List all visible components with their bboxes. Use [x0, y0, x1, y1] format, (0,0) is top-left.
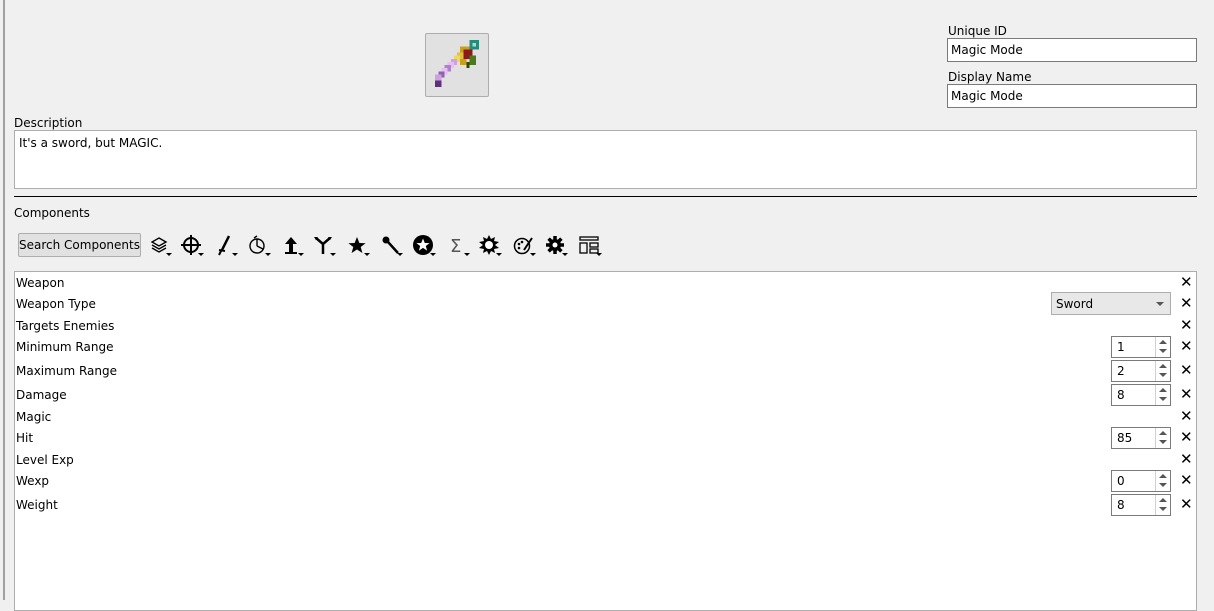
remove-weapon-button[interactable]: ✕ — [1180, 275, 1193, 290]
layers-icon[interactable] — [146, 232, 172, 258]
description-label: Description — [14, 116, 83, 130]
minimum-range-stepper[interactable]: 1 — [1111, 336, 1171, 358]
star-badge-icon[interactable] — [410, 232, 436, 258]
sigma-icon[interactable]: Σ — [444, 232, 470, 258]
gear-icon[interactable] — [542, 232, 568, 258]
divider — [14, 196, 1197, 197]
display-name-label: Display Name — [948, 70, 1032, 84]
remove-maximum-range-button[interactable]: ✕ — [1180, 363, 1193, 378]
item-icon-button[interactable] — [425, 33, 489, 97]
remove-hit-button[interactable]: ✕ — [1180, 430, 1193, 445]
list-item: Weapon Type — [16, 297, 96, 311]
remove-wexp-button[interactable]: ✕ — [1180, 473, 1193, 488]
list-item: Magic — [16, 410, 52, 424]
remove-damage-button[interactable]: ✕ — [1180, 387, 1193, 402]
damage-stepper[interactable]: 8 — [1111, 384, 1171, 406]
weapon-type-select[interactable]: Sword — [1051, 292, 1171, 315]
star-icon[interactable] — [344, 232, 370, 258]
list-item: Wexp — [16, 474, 50, 488]
remove-weight-button[interactable]: ✕ — [1180, 497, 1193, 512]
sword-icon[interactable] — [212, 232, 238, 258]
wand-icon[interactable] — [377, 232, 403, 258]
palette-icon[interactable] — [510, 232, 536, 258]
layout-icon[interactable] — [576, 232, 602, 258]
list-item: Weapon — [16, 276, 65, 290]
burst-icon[interactable] — [476, 232, 502, 258]
wexp-stepper[interactable]: 0 — [1111, 470, 1171, 492]
remove-weapon-type-button[interactable]: ✕ — [1180, 296, 1193, 311]
component-list[interactable]: Weapon ✕ Weapon Type Sword ✕ Targets Ene… — [14, 271, 1197, 611]
magic-sword-icon — [435, 40, 479, 87]
unique-id-label: Unique ID — [948, 24, 1007, 38]
display-name-field[interactable]: Magic Mode — [947, 84, 1197, 108]
arrow-up-icon[interactable] — [278, 232, 304, 258]
description-field[interactable]: It's a sword, but MAGIC. — [14, 130, 1197, 189]
list-item: Hit — [16, 431, 34, 445]
list-item: Maximum Range — [16, 364, 117, 378]
weight-stepper[interactable]: 8 — [1111, 494, 1171, 516]
remove-targets-enemies-button[interactable]: ✕ — [1180, 318, 1193, 333]
hit-stepper[interactable]: 85 — [1111, 427, 1171, 449]
remove-magic-button[interactable]: ✕ — [1180, 409, 1193, 424]
maximum-range-stepper[interactable]: 2 — [1111, 360, 1171, 382]
list-item: Minimum Range — [16, 340, 114, 354]
unique-id-field[interactable]: Magic Mode — [947, 38, 1197, 62]
list-item: Weight — [16, 498, 58, 512]
chevron-down-icon — [1156, 302, 1164, 306]
list-item: Targets Enemies — [16, 319, 115, 333]
left-splitter[interactable] — [3, 0, 5, 600]
pie-icon[interactable] — [245, 232, 271, 258]
fork-icon[interactable] — [310, 232, 336, 258]
components-label: Components — [14, 206, 90, 220]
crosshair-icon[interactable] — [178, 232, 204, 258]
list-item: Level Exp — [16, 453, 74, 467]
remove-minimum-range-button[interactable]: ✕ — [1180, 339, 1193, 354]
remove-level-exp-button[interactable]: ✕ — [1180, 452, 1193, 467]
list-item: Damage — [16, 388, 67, 402]
search-components-button[interactable]: Search Components — [18, 233, 141, 257]
svg-text:Σ: Σ — [450, 236, 461, 256]
